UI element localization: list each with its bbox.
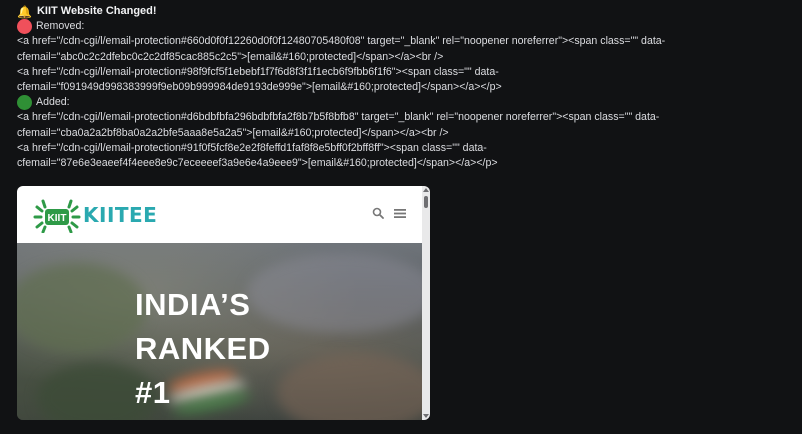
bell-icon: 🔔 bbox=[17, 4, 32, 19]
added-header: Added: bbox=[17, 95, 787, 111]
added-label: Added: bbox=[36, 96, 70, 109]
removed-line: <a href="/cdn-cgi/l/email-protection#98f… bbox=[17, 65, 499, 78]
added-line: cfemail="87e6e3eaeef4f4eee8e9c7eceeeef3a… bbox=[17, 157, 498, 170]
bot-message: 🔔 KIIT Website Changed! Removed: <a href… bbox=[17, 4, 787, 171]
removed-header: Removed: bbox=[17, 19, 787, 35]
logo-badge-text: KIIT bbox=[48, 213, 67, 224]
added-line: cfemail="cba0a2a2bf8ba0a2a2bfe5aaa8e5a2a… bbox=[17, 126, 449, 139]
menu-icon[interactable] bbox=[394, 206, 406, 224]
scroll-down-icon[interactable] bbox=[423, 414, 429, 418]
site-logo-text: KIITEE bbox=[83, 202, 158, 227]
green-circle-icon bbox=[17, 95, 32, 111]
removed-label: Removed: bbox=[36, 20, 85, 33]
added-line: <a href="/cdn-cgi/l/email-protection#d6b… bbox=[17, 111, 660, 124]
website-screenshot-embed[interactable]: KIIT KIITEE INDIA’S RANKED #1 bbox=[17, 186, 430, 420]
kiit-logo-icon: KIIT bbox=[33, 197, 81, 233]
hero-line: RANKED bbox=[135, 331, 271, 366]
scrollbar[interactable] bbox=[422, 186, 430, 420]
red-circle-icon bbox=[17, 19, 32, 35]
hero-heading: INDIA’S RANKED #1 bbox=[135, 283, 271, 415]
hero-line: #1 bbox=[135, 375, 171, 410]
removed-line: cfemail="abc0c2c2dfebc0c2c2df85cac885c2c… bbox=[17, 50, 444, 63]
header-icons bbox=[372, 206, 406, 224]
message-title-row: 🔔 KIIT Website Changed! bbox=[17, 4, 787, 19]
scroll-thumb[interactable] bbox=[424, 196, 428, 208]
search-icon[interactable] bbox=[372, 206, 384, 224]
site-header: KIIT KIITEE bbox=[17, 186, 422, 243]
removed-line: cfemail="f091949d998383999f9eb09b999984d… bbox=[17, 81, 502, 94]
hero-line: INDIA’S bbox=[135, 287, 251, 322]
added-line: <a href="/cdn-cgi/l/email-protection#91f… bbox=[17, 141, 487, 154]
removed-line: <a href="/cdn-cgi/l/email-protection#660… bbox=[17, 35, 666, 48]
hero-banner: INDIA’S RANKED #1 bbox=[17, 243, 422, 420]
message-title: KIIT Website Changed! bbox=[36, 5, 157, 17]
scroll-up-icon[interactable] bbox=[423, 188, 429, 192]
